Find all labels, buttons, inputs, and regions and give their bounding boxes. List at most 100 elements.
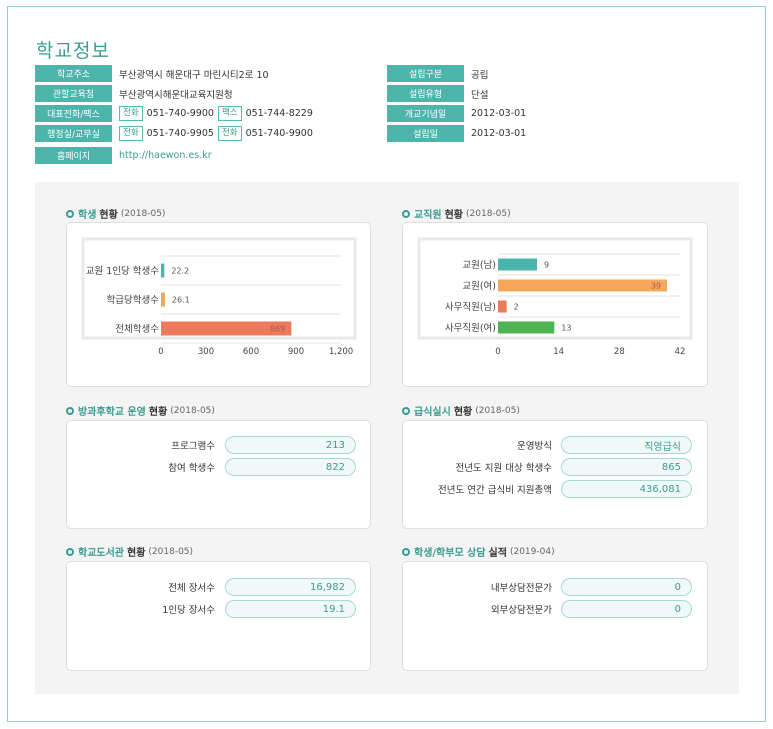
info-value: 단설 xyxy=(471,89,489,101)
info-establish-kind: 설립유형 단설 xyxy=(387,85,488,102)
value-label: 9 xyxy=(544,261,549,270)
phone-number: 051-740-9900 xyxy=(146,108,214,119)
library-card: 전체 장서수 16,982 1인당 장서수 19.1 xyxy=(66,561,371,671)
info-value: 전화 051-740-9900 팩스 051-744-8229 xyxy=(119,106,313,121)
fax-number: 051-744-8229 xyxy=(245,108,313,119)
section-period: (2018-05) xyxy=(475,405,520,416)
phone-tag: 전화 xyxy=(119,106,143,121)
tick-label: 0 xyxy=(495,347,500,357)
tick-label: 42 xyxy=(675,347,686,357)
info-admin: 행정실/교무실 전화 051-740-9905 전화 051-740-9900 xyxy=(35,125,313,142)
stat-label: 프로그램수 xyxy=(171,441,215,452)
bullet-icon xyxy=(402,209,410,218)
counsel-card: 내부상담전문가 0 외부상담전문가 0 xyxy=(402,561,708,671)
info-phone-fax: 대표전화/팩스 전화 051-740-9900 팩스 051-744-8229 xyxy=(35,105,313,122)
info-label: 설립유형 xyxy=(387,85,464,102)
phone-tag: 전화 xyxy=(217,126,242,141)
info-value: 전화 051-740-9905 전화 051-740-9900 xyxy=(119,126,313,141)
bullet-icon xyxy=(66,547,74,556)
info-establish-date: 설립일 2012-03-01 xyxy=(387,125,526,142)
bar xyxy=(161,263,165,278)
tick-label: 0 xyxy=(158,347,163,357)
stat-row: 전년도 연간 급식비 지원총액 436,081 xyxy=(403,480,709,498)
section-period: (2018-05) xyxy=(148,546,194,557)
section-highlight: 학생 xyxy=(78,210,97,221)
tick-label: 900 xyxy=(288,347,304,357)
info-label: 대표전화/팩스 xyxy=(35,105,112,122)
stat-row: 프로그램수 213 xyxy=(67,436,372,454)
category-label: 전체학생수 xyxy=(115,324,159,335)
staff-chart-card: 교원(남) 9 교원(여) 39 사무직원(남) 2 사무직원(여) 13 0 14 28 42 xyxy=(402,222,708,387)
section-highlight: 급식실시 xyxy=(414,407,451,418)
stat-label: 1인당 장서수 xyxy=(162,605,215,616)
value-label: 26.1 xyxy=(172,296,190,305)
stat-value: 436,081 xyxy=(561,480,692,498)
category-label: 사무직원(남) xyxy=(445,302,496,313)
info-address: 학교주소 부산광역시 해운대구 마린시티2로 10 xyxy=(35,65,269,82)
section-suffix: 현황 xyxy=(444,210,464,221)
section-title-students: 학생 현황 (2018-05) xyxy=(66,206,165,221)
section-title-meal: 급식실시 현황 (2018-05) xyxy=(402,403,520,418)
section-title-afterschool: 방과후학교 운영 현황 (2018-05) xyxy=(66,403,215,418)
stat-value: 16,982 xyxy=(225,578,356,596)
info-homepage: 홈페이지 http://haewon.es.kr xyxy=(35,147,212,164)
students-chart-card: 교원 1인당 학생수 22.2 학급당학생수 26.1 전체학생수 869 0 300 600 9… xyxy=(66,222,371,387)
info-value: 공립 xyxy=(471,69,489,81)
afterschool-card: 프로그램수 213 참여 학생수 822 xyxy=(66,420,371,529)
section-suffix: 현황 xyxy=(127,548,146,559)
stat-label: 내부상담전문가 xyxy=(490,583,552,594)
section-title-counsel: 학생/학부모 상담 실적 (2019-04) xyxy=(402,544,555,559)
tick-label: 28 xyxy=(614,347,625,357)
bar xyxy=(498,258,537,271)
section-title-staff: 교직원 현황 (2018-05) xyxy=(402,206,511,221)
tick-label: 600 xyxy=(243,347,259,357)
stat-value: 213 xyxy=(225,436,356,454)
bullet-icon xyxy=(66,209,74,218)
category-label: 교원 1인당 학생수 xyxy=(86,266,160,277)
section-suffix: 실적 xyxy=(488,548,507,559)
stat-label: 참여 학생수 xyxy=(168,463,215,474)
tick-label: 300 xyxy=(198,347,214,357)
section-period: (2018-05) xyxy=(170,405,215,416)
info-office: 관할교육청 부산광역시해운대교육지원청 xyxy=(35,85,233,102)
stat-value: 822 xyxy=(225,458,356,476)
stat-label: 전년도 지원 대상 학생수 xyxy=(455,463,552,474)
stat-value: 직영급식 xyxy=(561,436,692,454)
tick-label: 1,200 xyxy=(329,347,353,357)
staff-chart: 교원(남) 9 교원(여) 39 사무직원(남) 2 사무직원(여) 13 0 14 28 42 xyxy=(417,237,693,357)
category-label: 교원(여) xyxy=(462,280,496,292)
category-label: 사무직원(여) xyxy=(445,322,496,334)
stat-row: 외부상담전문가 0 xyxy=(403,600,709,618)
value-label: 22.2 xyxy=(171,267,189,276)
value-label: 2 xyxy=(514,303,519,312)
bar xyxy=(498,300,507,313)
info-value: 부산광역시 해운대구 마린시티2로 10 xyxy=(119,69,269,81)
fax-tag: 팩스 xyxy=(217,106,242,121)
phone-tag: 전화 xyxy=(119,126,143,141)
bullet-icon xyxy=(402,547,410,556)
category-label: 교원(남) xyxy=(462,260,496,271)
section-suffix: 현황 xyxy=(148,407,168,418)
section-period: (2019-04) xyxy=(509,546,555,557)
stat-row: 내부상담전문가 0 xyxy=(403,578,709,596)
value-label: 39 xyxy=(651,282,661,291)
stat-row: 전체 장서수 16,982 xyxy=(67,578,372,596)
stat-label: 외부상담전문가 xyxy=(490,605,552,616)
section-highlight: 학교도서관 xyxy=(78,548,124,559)
bar xyxy=(161,292,165,307)
stat-label: 전체 장서수 xyxy=(168,583,215,594)
section-suffix: 현황 xyxy=(99,210,118,221)
bullet-icon xyxy=(66,406,74,415)
info-label: 홈페이지 xyxy=(35,147,112,164)
section-highlight: 방과후학교 운영 xyxy=(78,407,146,418)
bullet-icon xyxy=(402,406,410,415)
info-label: 학교주소 xyxy=(35,65,112,82)
info-label: 개교기념일 xyxy=(387,105,464,122)
stat-label: 운영방식 xyxy=(517,441,552,452)
section-highlight: 교직원 xyxy=(414,210,442,221)
info-anniversary: 개교기념일 2012-03-01 xyxy=(387,105,526,122)
section-period: (2018-05) xyxy=(120,208,166,219)
homepage-link[interactable]: http://haewon.es.kr xyxy=(119,150,212,161)
info-value: 부산광역시해운대교육지원청 xyxy=(119,89,233,101)
section-highlight: 학생/학부모 상담 xyxy=(414,548,486,559)
